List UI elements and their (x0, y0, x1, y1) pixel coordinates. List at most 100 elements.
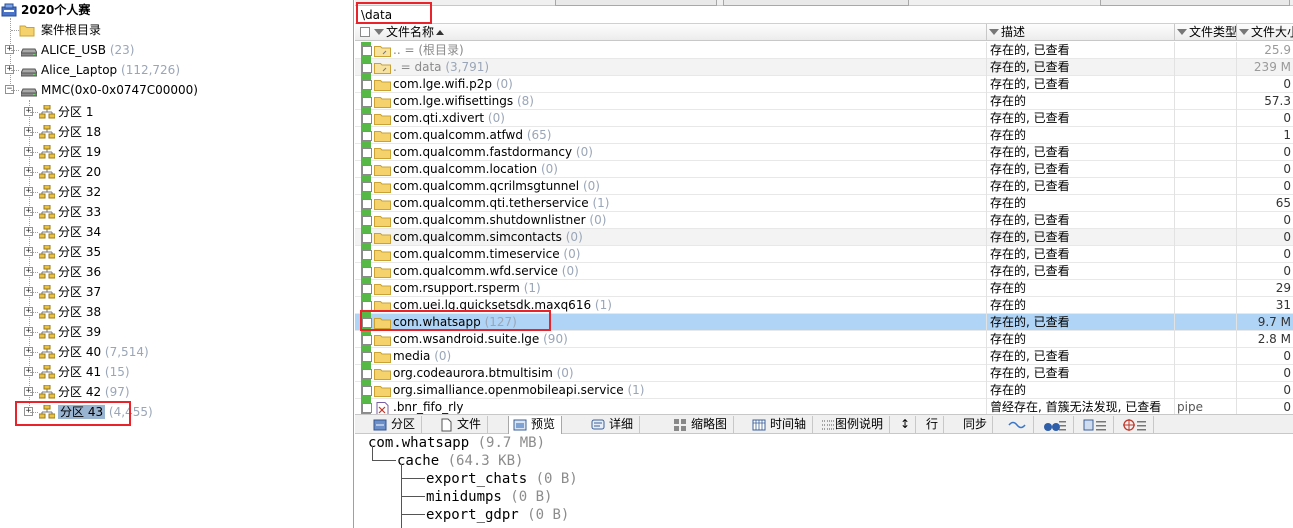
filter-icon[interactable] (989, 28, 999, 35)
table-row[interactable]: com.lge.wifisettings (8) 存在的 57.3 (355, 93, 1293, 110)
tab-thumbnail[interactable]: 缩略图 (669, 416, 735, 434)
row-checkbox[interactable] (362, 386, 372, 396)
table-row[interactable]: com.qualcomm.location (0) 存在的, 已查看 0 (355, 161, 1293, 178)
row-checkbox[interactable] (362, 97, 372, 107)
tab-timeline[interactable]: 时间轴 (748, 416, 814, 434)
select-all-checkbox[interactable] (360, 26, 370, 37)
tab-detail[interactable]: 详细 (587, 416, 641, 434)
tab-partition[interactable]: 分区 (369, 416, 423, 434)
tree-partition[interactable]: + 分区 1 (0, 102, 353, 122)
tree-partition[interactable]: + 分区 20 (0, 162, 353, 182)
path-bar[interactable]: \data (355, 6, 1293, 24)
sync-button[interactable]: 同步 (958, 416, 994, 434)
row-checkbox[interactable] (362, 63, 372, 73)
row-checkbox[interactable] (362, 216, 372, 226)
table-row[interactable]: .bnr_fifo_rly 曾经存在, 首簇无法发现, 已查看 pipe 0 (355, 399, 1293, 414)
target-icon[interactable] (1118, 416, 1154, 434)
tree-partition[interactable]: + 分区 19 (0, 142, 353, 162)
tree-partition[interactable]: + 分区 42 (97) (0, 382, 353, 402)
tree-partition[interactable]: + 分区 43 (4,455) (0, 402, 353, 422)
tree-partition[interactable]: + 分区 40 (7,514) (0, 342, 353, 362)
row-checkbox[interactable] (362, 131, 372, 141)
table-row[interactable]: com.wsandroid.suite.lge (90) 存在的 2.8 M (355, 331, 1293, 348)
resize-icon[interactable]: ↕ (895, 416, 917, 434)
col-size-header[interactable]: 文件大小 (1237, 24, 1293, 41)
row-checkbox[interactable] (362, 46, 372, 56)
row-checkbox[interactable] (362, 80, 372, 90)
bookmark-list-icon[interactable] (1078, 416, 1114, 434)
tab-legend[interactable]: 图例说明 (817, 416, 891, 434)
partition-icon (38, 184, 56, 199)
row-checkbox[interactable] (362, 199, 372, 209)
tree-partition[interactable]: + 分区 41 (15) (0, 362, 353, 382)
table-row[interactable]: com.qualcomm.fastdormancy (0) 存在的, 已查看 0 (355, 144, 1293, 161)
row-checkbox[interactable] (362, 267, 372, 277)
binoculars-icon[interactable] (1038, 416, 1074, 434)
preview-pane[interactable]: com.whatsapp (9.7 MB) cache (64.3 KB) expo… (355, 434, 1293, 528)
cell-type (1175, 263, 1237, 280)
tree-item[interactable]: + Alice_Laptop (112,726) (0, 60, 353, 80)
tree-partition[interactable]: + 分区 18 (0, 122, 353, 142)
wave-icon[interactable] (1002, 416, 1034, 434)
row-name: com.qualcomm.wfd.service (393, 264, 558, 278)
cell-desc: 存在的 (987, 93, 1175, 110)
tree-partition[interactable]: + 分区 39 (0, 322, 353, 342)
row-checkbox[interactable] (362, 233, 372, 243)
tree-partition[interactable]: + 分区 34 (0, 222, 353, 242)
filter-icon[interactable] (1177, 28, 1187, 35)
col-type-header[interactable]: 文件类型 (1175, 24, 1237, 41)
col-name-header[interactable]: 文件名称 (355, 24, 987, 41)
table-row[interactable]: com.qualcomm.timeservice (0) 存在的, 已查看 0 (355, 246, 1293, 263)
row-checkbox[interactable] (362, 403, 372, 413)
preview-name: com.whatsapp (368, 435, 470, 451)
row-checkbox[interactable] (362, 284, 372, 294)
table-row[interactable]: com.whatsapp (127) 存在的, 已查看 9.7 M (355, 314, 1293, 331)
table-row[interactable]: .. = (根目录) 存在的, 已查看 25.9 (355, 42, 1293, 59)
tree-root[interactable]: 2020个人赛 (0, 0, 353, 20)
tree-partition[interactable]: + 分区 32 (0, 182, 353, 202)
row-checkbox[interactable] (362, 250, 372, 260)
row-checkbox[interactable] (362, 114, 372, 124)
table-row[interactable]: media (0) 存在的, 已查看 0 (355, 348, 1293, 365)
table-row[interactable]: com.uei.lg.quicksetsdk.maxq616 (1) 存在的 31 (355, 297, 1293, 314)
filter-icon[interactable] (1239, 28, 1249, 35)
tree-item[interactable]: + ALICE_USB (23) (0, 40, 353, 60)
line-button[interactable]: 行 (921, 416, 945, 434)
row-checkbox[interactable] (362, 301, 372, 311)
table-row[interactable]: com.qualcomm.qcrilmsgtunnel (0) 存在的, 已查看 0 (355, 178, 1293, 195)
table-row[interactable]: com.qualcomm.simcontacts (0) 存在的, 已查看 0 (355, 229, 1293, 246)
table-row[interactable]: . = data (3,791) 存在的, 已查看 239 M (355, 59, 1293, 76)
row-count: (0) (589, 213, 607, 227)
table-row[interactable]: com.qti.xdivert (0) 存在的, 已查看 0 (355, 110, 1293, 127)
filter-icon[interactable] (374, 28, 384, 35)
row-checkbox[interactable] (362, 148, 372, 158)
table-row[interactable]: com.qualcomm.shutdownlistner (0) 存在的, 已查看… (355, 212, 1293, 229)
table-row[interactable]: com.rsupport.rsperm (1) 存在的 29 (355, 280, 1293, 297)
row-checkbox[interactable] (362, 352, 372, 362)
tree-partition[interactable]: + 分区 37 (0, 282, 353, 302)
tab-preview[interactable]: 预览 (508, 416, 563, 434)
tree-item[interactable]: 案件根目录 (0, 20, 353, 40)
table-row[interactable]: com.qualcomm.qti.tetherservice (1) 存在的 65 (355, 195, 1293, 212)
row-name: org.simalliance.openmobileapi.service (393, 383, 624, 397)
row-checkbox[interactable] (362, 165, 372, 175)
tab-file[interactable]: 文件 (435, 416, 489, 434)
row-checkbox[interactable] (362, 182, 372, 192)
table-row[interactable]: com.qualcomm.wfd.service (0) 存在的, 已查看 0 (355, 263, 1293, 280)
cell-desc: 存在的 (987, 280, 1175, 297)
table-row[interactable]: org.simalliance.openmobileapi.service (1… (355, 382, 1293, 399)
row-checkbox[interactable] (362, 369, 372, 379)
file-list[interactable]: 文件名称 描述 文件类型 文件大小 .. = (根目录) 存在的, 已查看 25.… (355, 24, 1293, 414)
table-row[interactable]: com.qualcomm.atfwd (65) 存在的 1 (355, 127, 1293, 144)
tree-partition[interactable]: + 分区 35 (0, 242, 353, 262)
table-row[interactable]: org.codeaurora.btmultisim (0) 存在的, 已查看 0 (355, 365, 1293, 382)
col-desc-header[interactable]: 描述 (987, 24, 1175, 41)
tree-partition[interactable]: + 分区 38 (0, 302, 353, 322)
cell-size: 31 (1275, 298, 1291, 312)
tree-partition[interactable]: + 分区 36 (0, 262, 353, 282)
row-checkbox[interactable] (362, 318, 372, 328)
row-checkbox[interactable] (362, 335, 372, 345)
tree-partition[interactable]: + 分区 33 (0, 202, 353, 222)
table-row[interactable]: com.lge.wifi.p2p (0) 存在的, 已查看 0 (355, 76, 1293, 93)
tree-item[interactable]: − MMC(0x0-0x0747C00000) (0, 80, 353, 100)
